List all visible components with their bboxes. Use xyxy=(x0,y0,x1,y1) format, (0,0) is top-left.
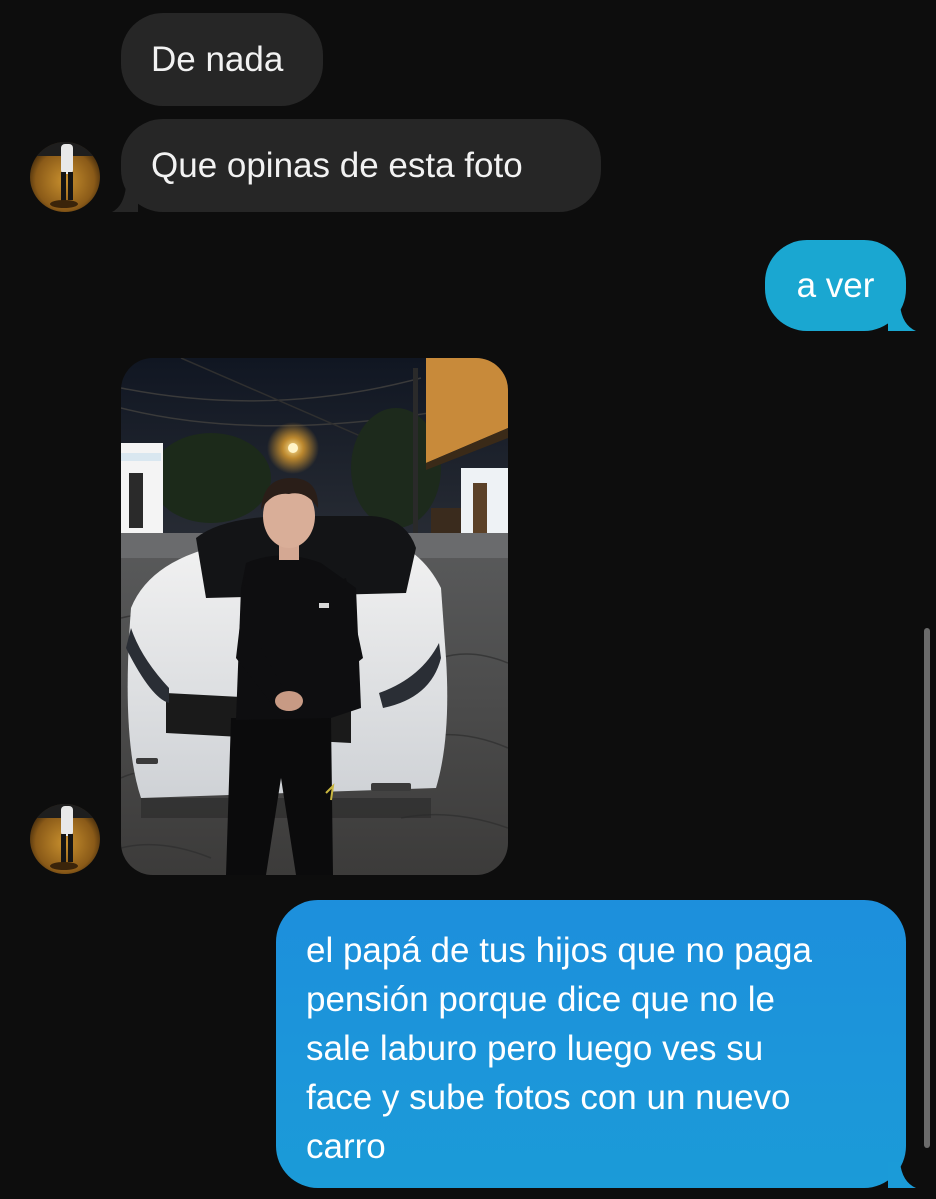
message-text: a ver xyxy=(796,266,875,305)
contact-avatar[interactable] xyxy=(30,804,100,874)
avatar-photo-icon xyxy=(30,142,100,212)
message-line: el papá de tus hijos que no paga xyxy=(306,931,812,970)
message-text: Que opinas de esta foto xyxy=(151,146,523,185)
scrollbar[interactable] xyxy=(924,628,930,1148)
message-bubble-incoming[interactable]: Que opinas de esta foto xyxy=(121,119,601,212)
message-line: sale laburo pero luego ves su xyxy=(306,1029,764,1068)
message-bubble-incoming[interactable]: De nada xyxy=(121,13,323,106)
message-line: carro xyxy=(306,1127,386,1166)
bubble-tail xyxy=(112,186,138,212)
avatar-photo-icon xyxy=(30,804,100,874)
bubble-tail xyxy=(888,305,916,331)
photo-man-with-car-image xyxy=(121,358,508,875)
shared-photo[interactable] xyxy=(121,358,508,875)
message-line: face y sube fotos con un nuevo xyxy=(306,1078,791,1117)
message-bubble-outgoing[interactable]: a ver xyxy=(765,240,906,331)
contact-avatar[interactable] xyxy=(30,142,100,212)
message-bubble-outgoing[interactable]: el papá de tus hijos que no paga pensión… xyxy=(276,900,906,1188)
message-text: De nada xyxy=(151,40,284,79)
chat-screen: De nada Que opinas de esta foto a ver el… xyxy=(0,0,936,1199)
bubble-tail xyxy=(888,1162,916,1188)
message-line: pensión porque dice que no le xyxy=(306,980,775,1019)
